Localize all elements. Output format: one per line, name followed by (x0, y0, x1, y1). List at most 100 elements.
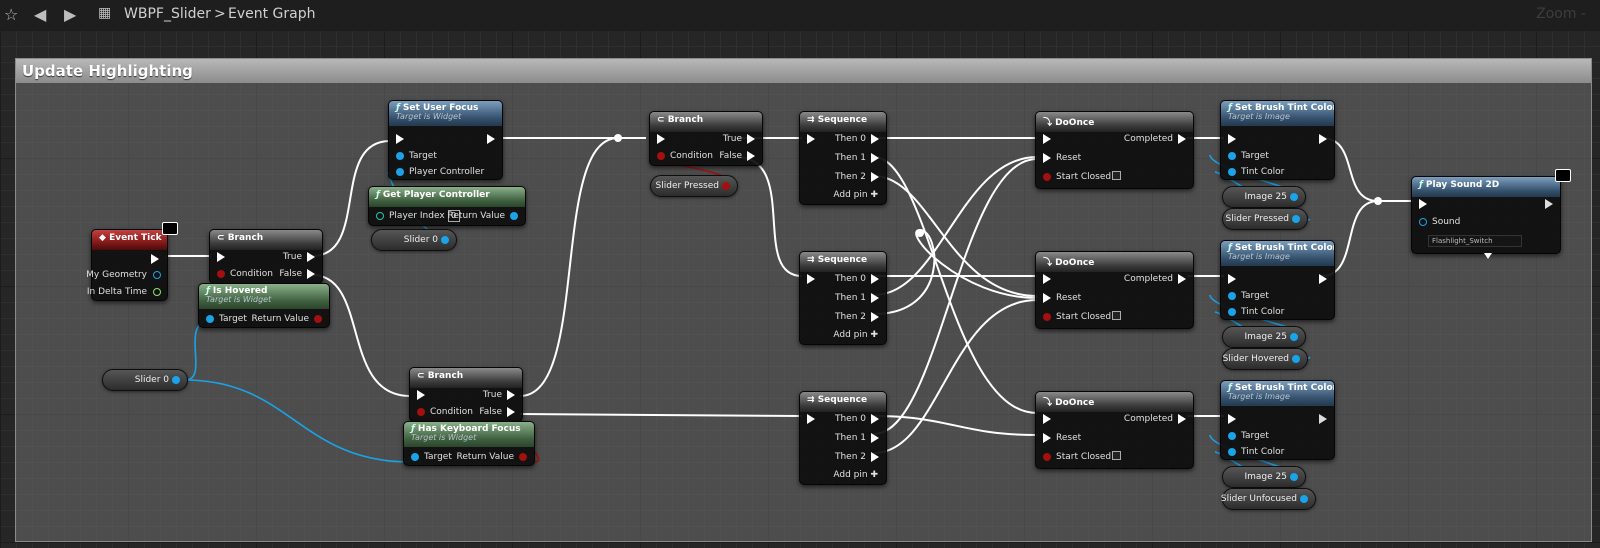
target-pin[interactable] (1228, 432, 1236, 440)
set-brush-tint-node-1[interactable]: ƒ Set Brush Tint Color Target is Image Tar… (1220, 100, 1335, 180)
then2-pin[interactable] (871, 312, 879, 322)
exec-in-pin[interactable] (1043, 414, 1051, 424)
completed-pin[interactable] (1178, 414, 1186, 424)
target-pin[interactable] (411, 453, 419, 461)
start-closed-checkbox[interactable] (1112, 451, 1121, 460)
my-geometry-pin[interactable] (153, 271, 161, 279)
false-pin[interactable] (507, 407, 515, 417)
false-pin[interactable] (307, 269, 315, 279)
star-icon[interactable]: ☆ (4, 5, 18, 24)
variable-out-pin[interactable] (172, 376, 180, 384)
sound-pin[interactable] (1419, 218, 1427, 226)
comment-title[interactable]: Update Highlighting (16, 59, 1591, 83)
get-player-controller-node[interactable]: ƒ Get Player Controller Player Index 0 Retu… (368, 186, 526, 226)
start-closed-pin[interactable] (1043, 173, 1051, 181)
doonce-node-3[interactable]: ⤵ DoOnce Completed Reset Start Closed (1035, 391, 1194, 469)
sequence-node-1[interactable]: ⇉ Sequence Then 0 Then 1 Then 2 Add pin … (799, 111, 887, 205)
slider-pressed-style-variable[interactable]: Slider Pressed (1222, 208, 1308, 230)
exec-in-pin[interactable] (807, 274, 815, 284)
exec-in-pin[interactable] (1228, 134, 1236, 144)
exec-in-pin[interactable] (396, 134, 404, 144)
doonce-node-2[interactable]: ⤵ DoOnce Completed Reset Start Closed (1035, 251, 1194, 329)
variable-out-pin[interactable] (1290, 473, 1298, 481)
variable-out-pin[interactable] (441, 236, 449, 244)
variable-out-pin[interactable] (1290, 193, 1298, 201)
completed-pin[interactable] (1178, 134, 1186, 144)
event-tick-node[interactable]: ◆ Event Tick My Geometry In Delta Time (86, 222, 178, 301)
exec-in-pin[interactable] (1043, 274, 1051, 284)
sequence-node-3[interactable]: ⇉ Sequence Then 0 Then 1 Then 2 Add pin … (799, 391, 887, 485)
then2-pin[interactable] (871, 452, 879, 462)
reset-pin[interactable] (1043, 153, 1051, 163)
exec-in-pin[interactable] (1228, 414, 1236, 424)
sound-asset-dropdown[interactable]: Flashlight_Switch (1428, 235, 1522, 247)
exec-in-pin[interactable] (807, 414, 815, 424)
add-pin-button[interactable]: Add pin ✚ (833, 470, 878, 480)
then0-pin[interactable] (871, 274, 879, 284)
slider0-variable[interactable]: Slider 0 (102, 369, 188, 391)
exec-in-pin[interactable] (1419, 199, 1427, 209)
start-closed-checkbox[interactable] (1112, 311, 1121, 320)
exec-in-pin[interactable] (417, 390, 425, 400)
image25-variable-2[interactable]: Image 25 (1222, 326, 1306, 348)
start-closed-pin[interactable] (1043, 453, 1051, 461)
then0-pin[interactable] (871, 414, 879, 424)
branch-node-2[interactable]: ⊂ Branch True Condition False (409, 367, 523, 422)
start-closed-pin[interactable] (1043, 313, 1051, 321)
then1-pin[interactable] (871, 433, 879, 443)
start-closed-checkbox[interactable] (1112, 171, 1121, 180)
exec-out-pin[interactable] (1319, 274, 1327, 284)
breadcrumb-event-graph[interactable]: Event Graph (228, 6, 316, 22)
variable-out-pin[interactable] (722, 182, 730, 190)
then1-pin[interactable] (871, 153, 879, 163)
completed-pin[interactable] (1178, 274, 1186, 284)
variable-out-pin[interactable] (1300, 495, 1308, 503)
exec-in-pin[interactable] (1043, 134, 1051, 144)
play-sound-2d-node[interactable]: ƒ Play Sound 2D Sound Flashlight_Switch (1411, 169, 1571, 259)
branch-node-3[interactable]: ⊂ Branch True Condition False (649, 111, 763, 166)
reset-pin[interactable] (1043, 293, 1051, 303)
add-pin-button[interactable]: Add pin ✚ (833, 330, 878, 340)
slider-hovered-variable[interactable]: Slider Hovered (1222, 348, 1308, 370)
slider-unfocused-variable[interactable]: Slider Unfocused (1221, 488, 1316, 510)
exec-in-pin[interactable] (807, 134, 815, 144)
doonce-node-1[interactable]: ⤵ DoOnce Completed Reset Start Closed (1035, 111, 1194, 189)
true-pin[interactable] (507, 390, 515, 400)
condition-pin[interactable] (657, 152, 665, 160)
exec-out-pin[interactable] (151, 254, 159, 264)
has-keyboard-focus-node[interactable]: ƒ Has Keyboard Focus Target is Widget Targ… (403, 421, 535, 466)
is-hovered-node[interactable]: ƒ Is Hovered Target is Widget Target Return… (198, 283, 330, 328)
exec-in-pin[interactable] (1228, 274, 1236, 284)
breadcrumb-blueprint[interactable]: WBPF_Slider (124, 6, 211, 22)
variable-out-pin[interactable] (1292, 215, 1300, 223)
player-index-pin[interactable] (376, 212, 384, 220)
exec-in-pin[interactable] (657, 134, 665, 144)
slider0-variable-2[interactable]: Slider 0 (371, 229, 457, 251)
set-brush-tint-node-2[interactable]: ƒ Set Brush Tint Color Target is Image Tar… (1220, 240, 1335, 320)
variable-out-pin[interactable] (1290, 333, 1298, 341)
condition-pin[interactable] (417, 408, 425, 416)
tint-color-pin[interactable] (1228, 308, 1236, 316)
set-user-focus-node[interactable]: ƒ Set User Focus Target is Widget Target P… (388, 100, 503, 180)
image25-variable-3[interactable]: Image 25 (1222, 466, 1306, 488)
image25-variable-1[interactable]: Image 25 (1222, 186, 1306, 208)
exec-out-pin[interactable] (1319, 414, 1327, 424)
return-value-pin[interactable] (519, 453, 527, 461)
target-pin[interactable] (1228, 152, 1236, 160)
expand-arrow-icon[interactable] (1484, 253, 1492, 259)
exec-out-pin[interactable] (1545, 199, 1553, 209)
in-delta-time-pin[interactable] (153, 288, 161, 296)
target-pin[interactable] (1228, 292, 1236, 300)
exec-out-pin[interactable] (1319, 134, 1327, 144)
set-brush-tint-node-3[interactable]: ƒ Set Brush Tint Color Target is Image Tar… (1220, 380, 1335, 460)
then1-pin[interactable] (871, 293, 879, 303)
true-pin[interactable] (747, 134, 755, 144)
branch-node-1[interactable]: ⊂ Branch True Condition False (209, 229, 323, 284)
target-pin[interactable] (206, 315, 214, 323)
variable-out-pin[interactable] (1292, 355, 1300, 363)
tint-color-pin[interactable] (1228, 168, 1236, 176)
forward-arrow-icon[interactable]: ▶ (64, 5, 76, 24)
tint-color-pin[interactable] (1228, 448, 1236, 456)
reset-pin[interactable] (1043, 433, 1051, 443)
condition-pin[interactable] (217, 270, 225, 278)
